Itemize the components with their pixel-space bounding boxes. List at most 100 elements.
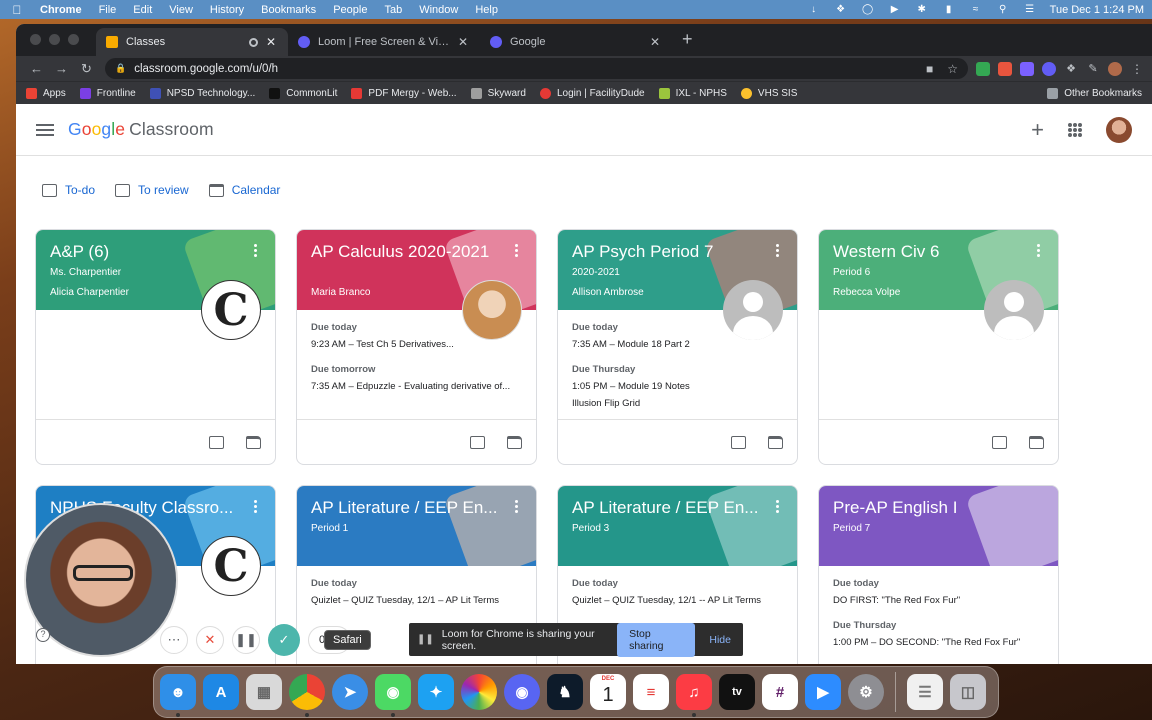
class-teacher[interactable]: Rebecca Volpe [833, 287, 900, 298]
class-card[interactable]: A&P (6) Ms. Charpentier Alicia Charpenti… [35, 229, 276, 465]
bookmark-vhssis[interactable]: VHS SIS [740, 87, 797, 99]
help-icon[interactable]: ? [36, 628, 50, 642]
more-options-icon[interactable]: ⋯ [160, 626, 188, 654]
lock-icon[interactable]: 🔒 [115, 63, 126, 74]
bluetooth-icon[interactable]: ✱ [915, 4, 929, 15]
zoom-icon[interactable]: ▶ [805, 674, 841, 710]
google-classroom-logo[interactable]: Google Classroom [68, 119, 214, 140]
document-stack-icon[interactable]: ☰ [907, 674, 943, 710]
bookmark-apps[interactable]: Apps [26, 87, 66, 99]
trash-icon[interactable]: ◫ [950, 674, 986, 710]
bookmark-star-icon[interactable]: ☆ [947, 62, 958, 76]
calendar-icon[interactable]: DEC 1 [590, 674, 626, 710]
main-menu-icon[interactable] [36, 123, 54, 136]
kindle-icon[interactable]: ♞ [547, 674, 583, 710]
extension-b-icon[interactable] [1020, 61, 1034, 76]
folder-icon[interactable] [507, 435, 522, 449]
class-teacher[interactable]: Maria Branco [311, 287, 370, 298]
class-title[interactable]: Pre-AP English I [833, 498, 1029, 518]
folder-icon[interactable] [246, 435, 261, 449]
card-banner[interactable]: AP Literature / EEP En... Period 1 [297, 486, 536, 566]
extensions-puzzle-icon[interactable]: ❖ [1064, 62, 1078, 76]
google-apps-icon[interactable] [1068, 122, 1082, 137]
class-title[interactable]: Western Civ 6 [833, 242, 1029, 262]
assignment-icon[interactable] [992, 435, 1007, 449]
address-url[interactable]: classroom.google.com/u/0/h [134, 63, 278, 75]
card-menu-icon[interactable] [254, 500, 257, 513]
bookmark-skyward[interactable]: Skyward [470, 87, 526, 99]
pause-recording-icon[interactable]: ❚❚ [232, 626, 260, 654]
menu-help[interactable]: Help [475, 4, 498, 16]
photos-icon[interactable] [461, 674, 497, 710]
folder-icon[interactable] [768, 435, 783, 449]
card-menu-icon[interactable] [776, 500, 779, 513]
apple-tv-icon[interactable]: tv [719, 674, 755, 710]
menu-window[interactable]: Window [419, 4, 458, 16]
class-title[interactable]: A&P (6) [50, 242, 246, 262]
card-banner[interactable]: Pre-AP English I Period 7 [819, 486, 1058, 566]
discord-icon[interactable]: ◉ [504, 674, 540, 710]
assignment-icon[interactable] [209, 435, 224, 449]
bookmark-ixl[interactable]: IXL - NPHS [658, 87, 727, 99]
menu-edit[interactable]: Edit [133, 4, 152, 16]
due-item[interactable]: Illusion Flip Grid [572, 398, 783, 409]
slack-icon[interactable]: # [762, 674, 798, 710]
play-icon[interactable]: ▶ [888, 4, 902, 15]
menu-app[interactable]: Chrome [40, 4, 82, 16]
twitter-icon[interactable]: ✦ [418, 674, 454, 710]
class-card[interactable]: Western Civ 6 Period 6 Rebecca Volpe [818, 229, 1059, 465]
back-icon[interactable]: ← [24, 61, 49, 76]
close-tab-icon[interactable]: ✕ [264, 35, 278, 49]
menu-view[interactable]: View [169, 4, 193, 16]
forward-icon[interactable]: → [49, 61, 74, 76]
card-banner[interactable]: AP Literature / EEP En... Period 3 [558, 486, 797, 566]
apple-menu-icon[interactable]:  [8, 3, 26, 17]
due-item[interactable]: 9:23 AM – Test Ch 5 Derivatives... [311, 339, 522, 350]
assignment-icon[interactable] [470, 435, 485, 449]
due-item[interactable]: DO FIRST: "The Red Fox Fur" [833, 595, 1044, 606]
extension-sheets-icon[interactable] [976, 61, 990, 76]
wifi-icon[interactable]: ≈ [969, 4, 983, 15]
tab-loom[interactable]: Loom | Free Screen & Video Re ✕ [288, 28, 480, 56]
tab-google[interactable]: Google ✕ [480, 28, 672, 56]
account-avatar[interactable] [1106, 116, 1132, 143]
class-card[interactable]: Pre-AP English I Period 7 Due today DO F… [818, 485, 1059, 664]
cancel-recording-icon[interactable]: ✕ [196, 626, 224, 654]
due-item[interactable]: 7:35 AM – Edpuzzle - Evaluating derivati… [311, 381, 522, 392]
menu-clock[interactable]: Tue Dec 1 1:24 PM [1050, 4, 1144, 16]
assignment-icon[interactable] [731, 435, 746, 449]
todo-link[interactable]: To-do [42, 183, 95, 197]
chrome-icon[interactable] [289, 674, 325, 717]
due-item[interactable]: 7:35 AM – Module 18 Part 2 [572, 339, 783, 350]
menu-bookmarks[interactable]: Bookmarks [261, 4, 316, 16]
card-menu-icon[interactable] [776, 244, 779, 257]
bookmark-frontline[interactable]: Frontline [79, 87, 136, 99]
messages-icon[interactable]: ◉ [375, 674, 411, 717]
close-tab-icon[interactable]: ✕ [456, 35, 470, 49]
stop-sharing-button[interactable]: Stop sharing [617, 622, 696, 657]
calendar-link[interactable]: Calendar [208, 183, 280, 197]
menu-people[interactable]: People [333, 4, 367, 16]
menu-file[interactable]: File [99, 4, 117, 16]
close-window-button[interactable] [30, 34, 41, 45]
close-tab-icon[interactable]: ✕ [648, 35, 662, 49]
bookmark-commonlit[interactable]: CommonLit [269, 87, 337, 99]
safari-icon[interactable]: ➤ [332, 674, 368, 710]
reminders-icon[interactable]: ≡ [633, 674, 669, 710]
hide-button[interactable]: Hide [709, 634, 731, 646]
to-review-link[interactable]: To review [115, 183, 189, 197]
folder-icon[interactable] [1029, 435, 1044, 449]
class-card[interactable]: AP Calculus 2020-2021 Maria Branco Due t… [296, 229, 537, 465]
download-status-icon[interactable]: ↓ [807, 4, 821, 15]
extension-loom-icon[interactable] [1042, 61, 1056, 76]
system-preferences-icon[interactable]: ⚙ [848, 674, 884, 710]
bookmark-facilitydude[interactable]: Login | FacilityDude [539, 87, 645, 99]
due-item[interactable]: 1:00 PM – DO SECOND: "The Red Fox Fur" [833, 637, 1044, 648]
card-menu-icon[interactable] [254, 244, 257, 257]
spotlight-icon[interactable]: ⚲ [996, 4, 1010, 15]
due-item[interactable]: 1:05 PM – Module 19 Notes [572, 381, 783, 392]
reload-icon[interactable]: ↻ [74, 61, 99, 77]
due-item[interactable]: Quizlet – QUIZ Tuesday, 12/1 -- AP Lit T… [572, 595, 783, 606]
battery-icon[interactable]: ▮ [942, 4, 956, 15]
class-teacher[interactable]: Allison Ambrose [572, 287, 644, 298]
